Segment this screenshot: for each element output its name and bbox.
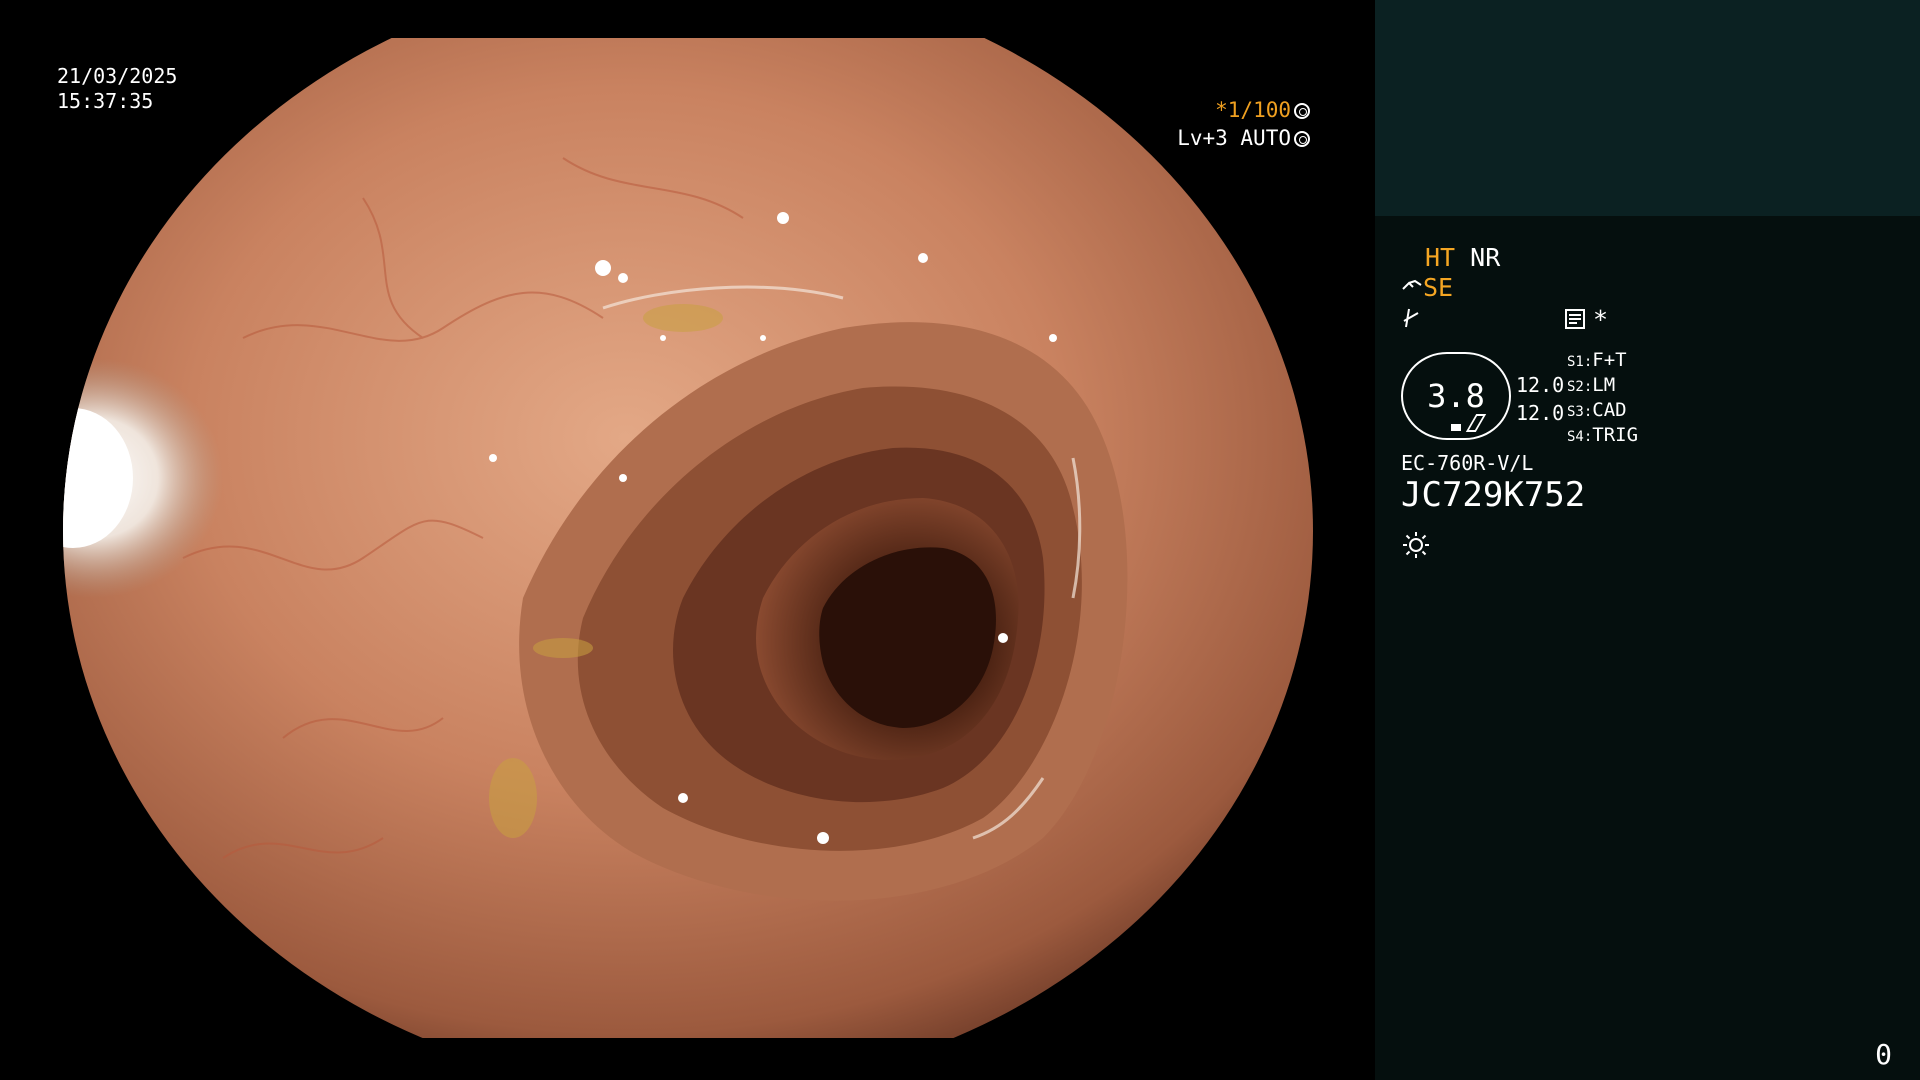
switch-key: S1:: [1567, 354, 1593, 370]
ht-label: HT: [1425, 243, 1456, 272]
datetime-display: 21/03/2025 15:37:35: [57, 64, 177, 114]
switch-value: LM: [1592, 374, 1616, 396]
scope-marker: [1451, 424, 1461, 431]
switch-value: F+T: [1592, 349, 1627, 371]
endoscope-video-area: 21/03/2025 15:37:35 *1/100 Lv+3 AUTO: [0, 0, 1375, 1080]
value-2: 12.0: [1516, 401, 1565, 425]
switch-key: S3:: [1567, 404, 1593, 420]
light-source-icon: [1403, 532, 1429, 558]
time-text: 15:37:35: [57, 89, 154, 113]
shutter-text: *1/100: [1215, 98, 1291, 122]
level-indicator: Lv+3 AUTO: [1177, 126, 1310, 151]
switch-key: S4:: [1567, 429, 1593, 445]
icon-row: *: [1401, 303, 1641, 334]
switch-value: CAD: [1592, 399, 1627, 421]
auto-iris-icon: [1294, 131, 1310, 147]
aperture-icon: [1294, 103, 1310, 119]
scope-value: 3.8: [1427, 377, 1485, 415]
switch-s3: S3:CAD: [1567, 398, 1627, 424]
level-text: Lv+3 AUTO: [1177, 126, 1291, 150]
scope-bending-icon: [1465, 414, 1487, 432]
shutter-indicator: *1/100: [1215, 98, 1310, 123]
switch-key: S2:: [1567, 379, 1593, 395]
scope-gesture-icon: [1402, 279, 1422, 290]
se-label: SE: [1423, 273, 1454, 302]
date-text: 21/03/2025: [57, 64, 178, 88]
switch-s4: S4:TRIG: [1567, 423, 1638, 449]
memo-icon: [1565, 309, 1585, 329]
nr-label: NR: [1470, 243, 1501, 272]
se-row: SE: [1401, 273, 1453, 303]
lightning-icon: [1403, 308, 1419, 328]
asterisk-indicator: *: [1593, 305, 1609, 334]
info-panel-header: [1375, 0, 1920, 216]
scope-serial: JC729K752: [1401, 475, 1586, 515]
switch-s1: S1:F+T: [1567, 348, 1627, 374]
switch-s2: S2:LM: [1567, 373, 1615, 399]
scope-badge: 3.8: [1401, 352, 1511, 440]
switch-value: TRIG: [1592, 424, 1639, 446]
value-1: 12.0: [1516, 373, 1565, 397]
frame-counter: 0: [1875, 1038, 1892, 1071]
mode-row: HT NR: [1425, 243, 1500, 273]
info-panel: HT NR SE * 3.8 12.0 12.0 S1:F+T S2:LM S3…: [1375, 0, 1920, 1080]
endoscopic-image: [63, 38, 1313, 1038]
